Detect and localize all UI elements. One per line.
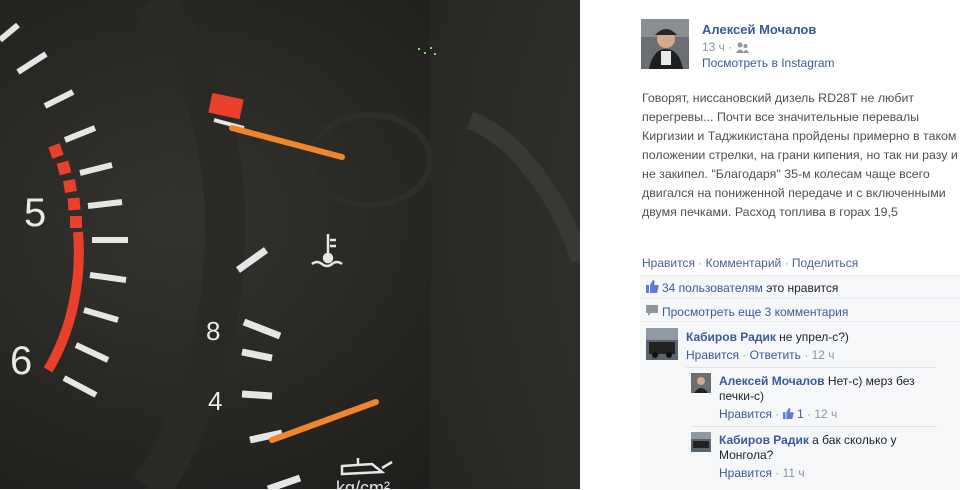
comment-link[interactable]: Комментарий	[706, 256, 782, 270]
post-photo[interactable]: 5 6 8 4 kg/cm²	[0, 0, 580, 489]
reply-time[interactable]: 11 ч	[783, 466, 805, 480]
reply-author[interactable]: Кабиров Радик	[719, 433, 809, 447]
reply-author[interactable]: Алексей Мочалов	[719, 374, 825, 388]
likes-summary: 34 пользователям это нравится	[640, 275, 960, 298]
like-thumb-icon	[782, 408, 794, 422]
commenter-avatar[interactable]	[646, 328, 678, 360]
reply-1-footer: Нравится · 1 · 12 ч	[719, 407, 838, 422]
comment-text: не упрел-с?)	[779, 330, 849, 344]
reply-avatar[interactable]	[691, 373, 711, 393]
share-link[interactable]: Поделиться	[792, 256, 858, 270]
comment-1-footer: Нравится · Ответить · 12 ч	[686, 348, 835, 362]
post-actions: Нравится · Комментарий · Поделиться	[642, 256, 859, 270]
reply-like-link[interactable]: Нравится	[719, 466, 772, 480]
likers-link[interactable]: 34 пользователям	[662, 281, 763, 295]
post-time[interactable]: 13 ч	[702, 40, 725, 54]
reply-2-footer: Нравится · 11 ч	[719, 466, 805, 480]
audience-friends-icon[interactable]	[735, 42, 749, 56]
dashboard-photo: 5 6 8 4 kg/cm²	[0, 0, 580, 489]
reply-1: Алексей Мочалов Нет-с) мерз без печки-с)	[719, 374, 937, 404]
author-avatar[interactable]	[641, 19, 689, 69]
view-more-comments[interactable]: Просмотреть еще 3 комментария	[640, 298, 960, 321]
tach-number-5: 5	[24, 191, 46, 235]
pressure-number-4: 4	[208, 386, 222, 416]
view-in-instagram-link[interactable]: Посмотреть в Instagram	[702, 56, 835, 70]
comment-1: Кабиров Радик не упрел-с?)	[686, 330, 936, 345]
reply-time[interactable]: 12 ч	[814, 407, 837, 421]
comments-section	[640, 321, 960, 490]
comment-bubble-icon	[646, 305, 658, 319]
post-author[interactable]: Алексей Мочалов	[702, 22, 816, 37]
like-thumb-icon	[646, 280, 659, 296]
pressure-number-8: 8	[206, 316, 220, 346]
reply-2: Кабиров Радик а бак сколько у Монгола?	[719, 433, 919, 463]
post-text: Говорят, ниссановский дизель RD28T не лю…	[642, 91, 958, 219]
tach-number-6: 6	[10, 339, 32, 383]
pressure-unit: kg/cm²	[336, 478, 390, 489]
comment-time[interactable]: 12 ч	[812, 348, 835, 362]
comment-author[interactable]: Кабиров Радик	[686, 330, 776, 344]
reply-like-link[interactable]: Нравится	[719, 407, 772, 421]
post-meta: 13 ч ·	[702, 40, 749, 56]
reply-like-count[interactable]: 1	[797, 407, 804, 421]
comment-like-link[interactable]: Нравится	[686, 348, 739, 362]
reply-avatar[interactable]	[691, 432, 711, 452]
like-link[interactable]: Нравится	[642, 256, 695, 270]
comment-reply-link[interactable]: Ответить	[750, 348, 801, 362]
